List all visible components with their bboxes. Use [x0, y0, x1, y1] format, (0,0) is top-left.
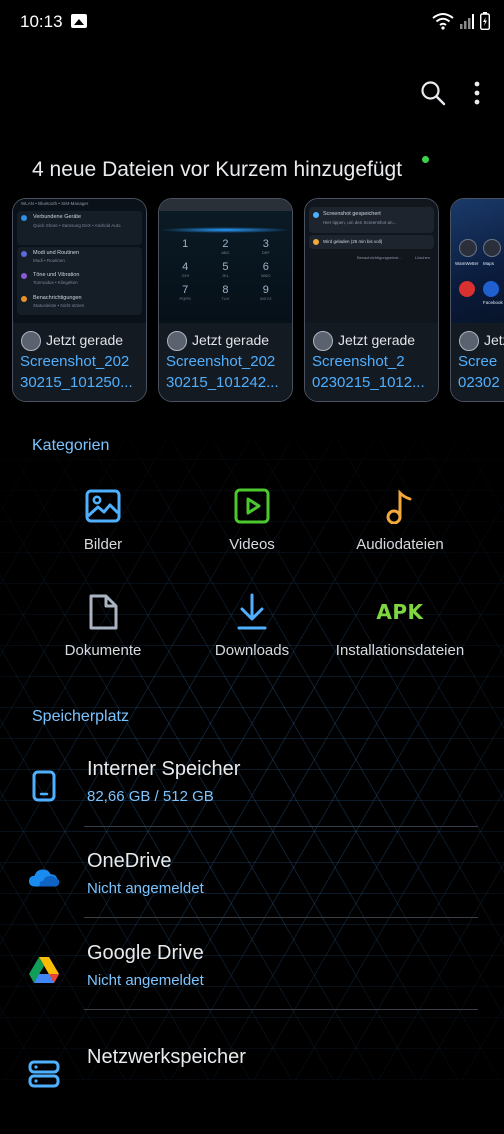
category-documents[interactable]: Dokumente	[28, 590, 178, 659]
divider	[84, 826, 478, 827]
category-images[interactable]: Bilder	[28, 484, 178, 553]
category-label: Installationsdateien	[335, 642, 465, 659]
storage-title: Interner Speicher	[87, 758, 241, 780]
storage-google-drive[interactable]: Google Drive Nicht angemeldet	[0, 942, 504, 1030]
storage-title: OneDrive	[87, 850, 172, 872]
video-icon	[234, 488, 270, 524]
category-label: Videos	[229, 536, 275, 553]
recent-file-name: Screenshot_202 30215_101242...	[166, 353, 279, 391]
categories-heading: Kategorien	[32, 437, 110, 454]
divider	[84, 1009, 478, 1010]
document-icon	[89, 594, 118, 630]
onedrive-icon	[28, 869, 60, 887]
thumb-text: Verbundene Geräte	[33, 214, 82, 220]
category-audio[interactable]: Audiodateien	[325, 484, 475, 553]
keypad: 1 2 ABC 3 DEF 4 GHI 5 JKL 6 MNO 7 PQRS 8 TUV 9 WXYZ	[165, 239, 286, 302]
storage-title: Google Drive	[87, 942, 204, 964]
storage-usage: 82,66 GB / 512 GB	[87, 788, 214, 805]
screenshot-thumbnail: 1 2 ABC 3 DEF 4 GHI 5 JKL 6 MNO 7 PQRS 8 TUV 9 WXYZ	[159, 199, 292, 323]
screenshot-app-icon	[167, 331, 187, 351]
keypad-key: 5 JKL	[222, 261, 229, 278]
image-icon	[85, 489, 121, 523]
keypad-key: 6 MNO	[261, 261, 271, 278]
music-note-icon	[386, 489, 412, 524]
thumb-text: Modi • Routinen	[33, 258, 65, 263]
thumb-text: Hier tippen, um den Screenshot an...	[323, 220, 397, 225]
thumb-text: Töne und Vibration	[33, 272, 80, 278]
keypad-key: 2 ABC	[221, 238, 230, 255]
download-icon	[237, 593, 267, 630]
status-time: 10:13	[20, 12, 63, 31]
screenshot-thumbnail: WamWetter Maps Facebook	[451, 199, 504, 323]
thumb-text: Löschen	[414, 255, 430, 260]
storage-network[interactable]: Netzwerkspeicher	[0, 1046, 504, 1134]
apk-icon: APK	[376, 600, 424, 624]
storage-status: Nicht angemeldet	[87, 880, 204, 897]
keypad-key: 3 DEF	[261, 238, 270, 255]
thumb-text: Modi und Routinen	[33, 250, 80, 256]
wifi-icon	[432, 13, 454, 30]
storage-heading: Speicherplatz	[32, 708, 129, 725]
category-installation-files[interactable]: APK Installationsdateien	[325, 590, 475, 659]
battery-charging-icon	[480, 12, 490, 30]
thumb-text: WamWetter	[455, 261, 479, 266]
thumb-text: Tonmodus • Klingelton	[33, 280, 78, 285]
keypad-key: 9 WXYZ	[260, 284, 272, 301]
thumb-text: Benachrichtigungseinst...	[357, 255, 402, 260]
phone-icon	[32, 770, 56, 802]
category-label: Dokumente	[64, 642, 142, 659]
thumb-text: Statusleiste • Nicht stören	[33, 303, 85, 308]
search-icon[interactable]	[420, 80, 446, 106]
screenshot-app-icon	[21, 331, 41, 351]
recent-file-card[interactable]: WamWetter Maps Facebook Jetzt Scree 0230…	[450, 198, 504, 402]
google-drive-icon	[29, 957, 59, 983]
recent-file-name: Scree 02302	[458, 353, 500, 391]
new-indicator-dot	[422, 156, 429, 163]
keypad-key: 1	[182, 238, 189, 250]
storage-title: Netzwerkspeicher	[87, 1046, 246, 1068]
category-videos[interactable]: Videos	[177, 484, 327, 553]
screenshot-thumbnail: WLAN • Bluetooth • SIM-Manager Verbunden…	[13, 199, 146, 323]
gallery-notification-icon	[71, 14, 87, 28]
thumb-text: Facebook	[483, 300, 503, 305]
thumb-text: Wird geladen (25 min bis voll)	[323, 239, 383, 244]
recent-file-name: Screenshot_2 0230215_1012...	[312, 353, 425, 391]
recent-file-time: Jetzt gerade	[192, 332, 270, 348]
thumb-text: Benachrichtigungen	[33, 295, 82, 301]
recent-file-time: Jetzt gerade	[338, 332, 416, 348]
category-downloads[interactable]: Downloads	[177, 590, 327, 659]
storage-onedrive[interactable]: OneDrive Nicht angemeldet	[0, 850, 504, 938]
divider	[84, 917, 478, 918]
thumb-text: Maps	[483, 261, 495, 266]
recent-file-name: Screenshot_202 30215_101250...	[20, 353, 133, 391]
more-options-icon[interactable]	[474, 81, 480, 105]
screenshot-app-icon	[313, 331, 333, 351]
network-storage-icon	[28, 1060, 60, 1088]
status-bar: 10:13	[0, 0, 504, 44]
thumb-text: WLAN • Bluetooth • SIM-Manager	[21, 201, 89, 206]
recent-file-time: Jetzt gerade	[46, 332, 124, 348]
thumb-text: Quick Share • Samsung DeX • Android Auto	[33, 223, 121, 228]
storage-internal[interactable]: Interner Speicher 82,66 GB / 512 GB	[0, 758, 504, 846]
recent-file-card[interactable]: Screenshot gespeichert Hier tippen, um d…	[304, 198, 439, 402]
keypad-key: 4 GHI	[181, 261, 189, 278]
signal-icon	[460, 14, 474, 29]
screenshot-app-icon	[459, 331, 479, 351]
keypad-key: 8 TUV	[221, 284, 230, 301]
category-label: Downloads	[214, 642, 290, 659]
category-label: Audiodateien	[356, 536, 444, 553]
recent-files-title: 4 neue Dateien vor Kurzem hinzugefügt	[32, 158, 403, 181]
screenshot-thumbnail: Screenshot gespeichert Hier tippen, um d…	[305, 199, 438, 323]
thumb-text: Screenshot gespeichert	[323, 211, 381, 217]
keypad-key: 7 PQRS	[179, 284, 191, 301]
category-label: Bilder	[83, 536, 123, 553]
storage-status: Nicht angemeldet	[87, 972, 204, 989]
recent-file-card[interactable]: WLAN • Bluetooth • SIM-Manager Verbunden…	[12, 198, 147, 402]
recent-files-list: WLAN • Bluetooth • SIM-Manager Verbunden…	[12, 198, 504, 402]
recent-file-card[interactable]: 1 2 ABC 3 DEF 4 GHI 5 JKL 6 MNO 7 PQRS 8 TUV 9 WXYZ Jetz…	[158, 198, 293, 402]
recent-file-time: Jetzt	[484, 332, 504, 348]
